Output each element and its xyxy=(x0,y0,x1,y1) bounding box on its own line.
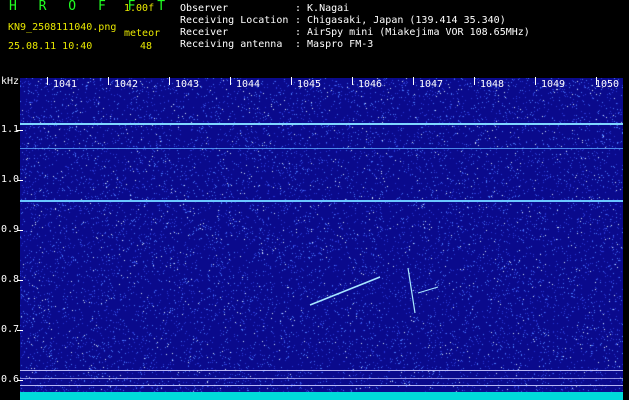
x-tick-label: 1050 xyxy=(595,79,620,90)
x-tick xyxy=(230,77,231,85)
x-tick xyxy=(474,77,475,85)
antenna-value: : Maspro FM-3 xyxy=(295,39,374,50)
receiver-label: Receiver xyxy=(180,27,229,38)
y-tick xyxy=(17,130,23,131)
meteor-trail xyxy=(309,276,381,306)
x-tick xyxy=(352,77,353,85)
count-label: 48 xyxy=(140,41,153,52)
location-value: : Chigasaki, Japan (139.414 35.340) xyxy=(295,15,506,26)
x-tick xyxy=(108,77,109,85)
x-tick-label: 1045 xyxy=(297,79,322,90)
baseline-bar xyxy=(20,392,623,400)
x-tick-label: 1041 xyxy=(53,79,78,90)
x-axis: 1041 1042 1043 1044 1045 1046 1047 1048 … xyxy=(20,77,623,91)
spectrogram xyxy=(20,78,623,400)
header-panel: H R O F F T 1.00f KN9_2508111040.png met… xyxy=(0,0,629,76)
y-tick xyxy=(17,280,23,281)
y-tick xyxy=(17,330,23,331)
y-axis-unit: kHz xyxy=(1,76,20,87)
x-tick-label: 1048 xyxy=(480,79,505,90)
x-tick xyxy=(413,77,414,85)
observer-label: Observer xyxy=(180,3,229,14)
y-tick xyxy=(17,230,23,231)
x-tick-label: 1046 xyxy=(358,79,383,90)
x-tick-label: 1044 xyxy=(236,79,261,90)
mode-label: meteor xyxy=(124,28,161,39)
x-tick-label: 1049 xyxy=(541,79,566,90)
y-tick xyxy=(17,380,23,381)
x-tick xyxy=(535,77,536,85)
x-tick-label: 1047 xyxy=(419,79,444,90)
location-label: Receiving Location xyxy=(180,15,289,26)
meteor-trail xyxy=(417,286,439,294)
meteor-head-echo xyxy=(407,267,416,314)
x-tick xyxy=(47,77,48,85)
y-tick xyxy=(17,180,23,181)
datetime-label: 25.08.11 10:40 xyxy=(8,41,93,52)
filename-label: KN9_2508111040.png xyxy=(8,22,117,33)
x-tick-label: 1042 xyxy=(114,79,139,90)
meteor-echoes xyxy=(309,267,439,314)
antenna-label: Receiving antenna xyxy=(180,39,283,50)
x-tick xyxy=(291,77,292,85)
receiver-value: : AirSpy mini (Miakejima VOR 108.65MHz) xyxy=(295,27,530,38)
x-tick xyxy=(169,77,170,85)
x-tick-label: 1043 xyxy=(175,79,200,90)
version-label: 1.00f xyxy=(124,3,155,14)
observer-value: : K.Nagai xyxy=(295,3,350,14)
